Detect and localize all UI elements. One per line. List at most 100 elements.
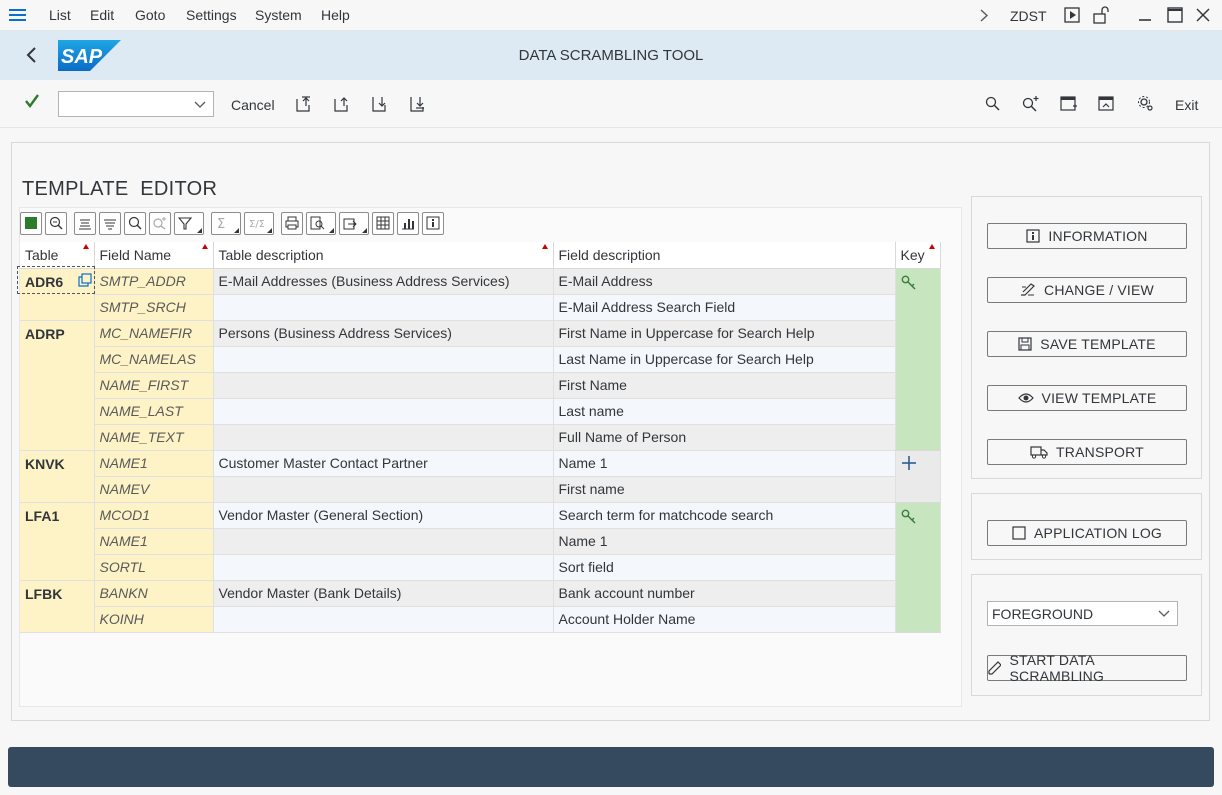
field-name-cell[interactable]: NAMEV (94, 476, 214, 503)
key-cell[interactable] (895, 268, 941, 451)
table-description-cell[interactable] (213, 528, 554, 555)
table-row[interactable]: NAME1 Name 1 (20, 528, 940, 555)
menu-goto[interactable]: Goto (135, 7, 165, 23)
table-row[interactable]: KOINH Account Holder Name (20, 606, 940, 633)
table-description-cell[interactable] (213, 554, 554, 581)
key-cell[interactable] (895, 502, 941, 633)
table-description-cell[interactable]: Vendor Master (General Section) (213, 502, 554, 529)
table-description-cell[interactable] (213, 476, 554, 503)
field-name-cell[interactable]: NAME_LAST (94, 398, 214, 425)
field-description-cell[interactable]: E-Mail Address Search Field (553, 294, 896, 321)
information-button[interactable]: INFORMATION (987, 223, 1187, 249)
last-page-icon[interactable] (409, 95, 427, 113)
play-icon[interactable] (1064, 7, 1080, 23)
print-icon[interactable] (281, 212, 303, 235)
next-page-icon[interactable] (371, 95, 389, 113)
layout-icon[interactable] (372, 212, 394, 235)
table-description-cell[interactable]: Vendor Master (Bank Details) (213, 580, 554, 607)
exit-button[interactable]: Exit (1175, 97, 1198, 113)
field-description-cell[interactable]: E-Mail Address (553, 268, 896, 295)
save-template-button[interactable]: SAVE TEMPLATE (987, 331, 1187, 357)
first-page-icon[interactable] (295, 95, 313, 113)
field-description-cell[interactable]: First name (553, 476, 896, 503)
table-row[interactable]: LFA1 MCOD1 Vendor Master (General Sectio… (20, 502, 941, 633)
table-row[interactable]: ADRP MC_NAMEFIR Persons (Business Addres… (20, 320, 940, 451)
key-icon[interactable] (901, 509, 917, 525)
field-name-cell[interactable]: NAME_TEXT (94, 424, 214, 451)
copy-icon[interactable] (78, 273, 92, 287)
table-description-cell[interactable]: Customer Master Contact Partner (213, 450, 554, 477)
details-icon[interactable] (20, 212, 42, 235)
column-header-key[interactable]: Key (895, 242, 941, 269)
find-next-icon[interactable] (149, 212, 171, 235)
field-description-cell[interactable]: Last Name in Uppercase for Search Help (553, 346, 896, 373)
field-description-cell[interactable]: Last name (553, 398, 896, 425)
search-next-icon[interactable] (1022, 95, 1040, 112)
table-description-cell[interactable] (213, 372, 554, 399)
application-log-button[interactable]: APPLICATION LOG (987, 520, 1187, 546)
zoom-icon[interactable] (45, 212, 67, 235)
find-icon[interactable] (124, 212, 146, 235)
sort-descending-icon[interactable] (99, 212, 121, 235)
close-icon[interactable] (1196, 8, 1210, 22)
table-row[interactable]: MC_NAMELAS Last Name in Uppercase for Se… (20, 346, 940, 373)
chevron-right-icon[interactable] (979, 8, 989, 23)
field-name-cell[interactable]: MC_NAMEFIR (94, 320, 214, 347)
shortcut-icon[interactable] (1098, 95, 1116, 113)
field-description-cell[interactable]: Full Name of Person (553, 424, 896, 451)
table-row[interactable]: SORTL Sort field (20, 554, 940, 581)
field-name-cell[interactable]: NAME_FIRST (94, 372, 214, 399)
field-name-cell[interactable]: SMTP_SRCH (94, 294, 214, 321)
settings-icon[interactable] (1137, 95, 1155, 113)
sum-icon[interactable]: Σ (211, 212, 241, 235)
menu-edit[interactable]: Edit (90, 7, 114, 23)
maximize-icon[interactable] (1167, 7, 1183, 23)
transport-button[interactable]: TRANSPORT (987, 439, 1187, 465)
plus-icon[interactable] (901, 455, 917, 471)
info-icon[interactable] (422, 212, 444, 235)
column-header-field-name[interactable]: Field Name (94, 242, 214, 269)
table-row[interactable]: NAMEV First name (20, 476, 940, 503)
table-row[interactable]: KNVK NAME1 Customer Master Contact Partn… (20, 450, 941, 503)
chart-icon[interactable] (397, 212, 419, 235)
menu-system[interactable]: System (255, 7, 302, 23)
menu-icon[interactable] (9, 9, 26, 22)
field-description-cell[interactable]: First Name (553, 372, 896, 399)
field-name-cell[interactable]: SMTP_ADDR (94, 268, 214, 295)
field-name-cell[interactable]: NAME1 (94, 528, 214, 555)
key-icon[interactable] (901, 275, 917, 291)
table-cell[interactable]: LFA1 (20, 502, 95, 581)
cancel-button[interactable]: Cancel (231, 97, 275, 113)
column-header-table-description[interactable]: Table description (213, 242, 554, 269)
table-row[interactable]: ADR6 SMTP_ADDR E-Mail Addresses (Busines… (20, 268, 941, 451)
table-row[interactable]: NAME_FIRST First Name (20, 372, 940, 399)
column-header-field-description[interactable]: Field description (553, 242, 896, 269)
table-description-cell[interactable] (213, 424, 554, 451)
minimize-icon[interactable] (1138, 8, 1152, 22)
export-icon[interactable] (339, 212, 369, 235)
chevron-down-icon[interactable] (193, 97, 207, 111)
field-name-cell[interactable]: KOINH (94, 606, 214, 633)
unlock-icon[interactable] (1093, 6, 1109, 24)
field-description-cell[interactable]: Search term for matchcode search (553, 502, 896, 529)
field-name-cell[interactable]: SORTL (94, 554, 214, 581)
table-description-cell[interactable] (213, 606, 554, 633)
subtotal-icon[interactable]: Σ/Σ (244, 212, 274, 235)
field-description-cell[interactable]: Account Holder Name (553, 606, 896, 633)
table-row[interactable]: NAME_TEXT Full Name of Person (20, 424, 940, 451)
search-icon[interactable] (985, 96, 1001, 112)
table-row[interactable]: SMTP_SRCH E-Mail Address Search Field (20, 294, 940, 321)
table-description-cell[interactable] (213, 398, 554, 425)
field-name-cell[interactable]: BANKN (94, 580, 214, 607)
table-description-cell[interactable]: Persons (Business Address Services) (213, 320, 554, 347)
menu-help[interactable]: Help (321, 7, 350, 23)
column-header-table[interactable]: Table (20, 242, 95, 269)
menu-settings[interactable]: Settings (186, 7, 237, 23)
view-template-button[interactable]: VIEW TEMPLATE (987, 385, 1187, 411)
table-description-cell[interactable]: E-Mail Addresses (Business Address Servi… (213, 268, 554, 295)
field-description-cell[interactable]: Name 1 (553, 450, 896, 477)
field-description-cell[interactable]: First Name in Uppercase for Search Help (553, 320, 896, 347)
menu-list[interactable]: List (49, 7, 71, 23)
key-cell[interactable] (895, 450, 941, 503)
previous-page-icon[interactable] (333, 95, 351, 113)
